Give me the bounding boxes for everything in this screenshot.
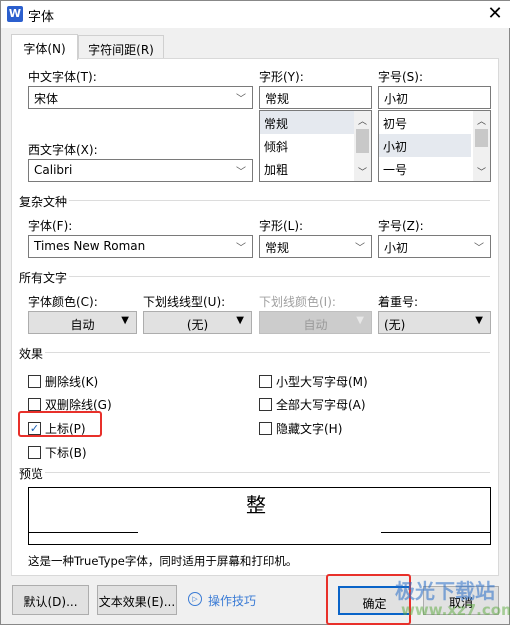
- scroll-thumb[interactable]: [475, 129, 488, 147]
- preview-description: 这是一种TrueType字体，同时适用于屏幕和打印机。: [28, 554, 298, 568]
- effect-label: 小型大写字母(M): [276, 375, 368, 389]
- western-font-label: 西文字体(X):: [28, 143, 98, 157]
- complex-style-value: 常规: [265, 241, 290, 255]
- effect-checkbox-row[interactable]: 小型大写字母(M): [259, 373, 368, 390]
- complex-size-label: 字号(Z):: [378, 219, 424, 233]
- underline-color-dropdown: 自动 ▼: [259, 311, 372, 334]
- tips-link[interactable]: 操作技巧: [208, 592, 256, 609]
- tab-character-spacing[interactable]: 字符间距(R): [78, 35, 164, 59]
- divider: [69, 200, 490, 201]
- wps-app-icon: W: [7, 6, 23, 22]
- style-label: 字形(Y):: [259, 70, 304, 84]
- effects-group-label: 效果: [19, 347, 44, 361]
- font-color-label: 字体颜色(C):: [28, 295, 98, 309]
- size-list[interactable]: 初号 小初 一号 ︿ ﹀: [378, 110, 491, 182]
- effect-label: 隐藏文字(H): [276, 422, 343, 436]
- caret-down-icon: ▼: [236, 315, 244, 326]
- chevron-down-icon: ﹀: [236, 243, 246, 254]
- scrollbar[interactable]: ︿ ﹀: [473, 111, 490, 181]
- checkbox[interactable]: [259, 398, 272, 411]
- style-list[interactable]: 常规 倾斜 加粗 ︿ ﹀: [259, 110, 372, 182]
- western-font-select[interactable]: Calibri ﹀: [28, 159, 253, 182]
- emphasis-value: (无): [384, 318, 406, 332]
- watermark-url: www.xz7.com: [401, 601, 510, 619]
- dialog-title: 字体: [28, 10, 55, 25]
- complex-style-label: 字形(L):: [259, 219, 304, 233]
- chevron-down-icon: ﹀: [474, 243, 484, 254]
- underline-style-dropdown[interactable]: (无) ▼: [143, 311, 252, 334]
- complex-script-group-label: 复杂文种: [19, 195, 68, 209]
- checkbox-checked[interactable]: ✓: [28, 422, 41, 435]
- effect-checkbox-row[interactable]: 全部大写字母(A): [259, 396, 366, 413]
- scrollbar[interactable]: ︿ ﹀: [354, 111, 371, 181]
- chinese-font-select[interactable]: 宋体 ﹀: [28, 86, 253, 109]
- close-icon[interactable]: ✕: [485, 3, 505, 24]
- preview-sample: 整: [246, 493, 266, 517]
- all-text-group-label: 所有文字: [19, 271, 68, 285]
- caret-down-icon: ▼: [475, 315, 483, 326]
- title-bar: W 字体 ✕: [1, 1, 510, 28]
- tab-font[interactable]: 字体(N): [11, 34, 78, 60]
- chinese-font-label: 中文字体(T):: [28, 70, 97, 84]
- baseline-right: [381, 532, 491, 533]
- emphasis-dropdown[interactable]: (无) ▼: [378, 311, 491, 334]
- size-label: 字号(S):: [378, 70, 424, 84]
- chevron-down-icon: ﹀: [236, 94, 246, 105]
- checkbox[interactable]: [28, 375, 41, 388]
- underline-color-value: 自动: [303, 318, 328, 332]
- checkbox[interactable]: [28, 398, 41, 411]
- chevron-down-icon: ﹀: [355, 243, 365, 254]
- default-button[interactable]: 默认(D)...: [12, 585, 89, 615]
- effect-checkbox-row[interactable]: 下标(B): [28, 444, 87, 461]
- font-dialog: W 字体 ✕ 字符间距(R) 字体(N) 中文字体(T): 宋体 ﹀ 字形(Y):…: [0, 0, 510, 625]
- complex-size-value: 小初: [384, 241, 409, 255]
- text-effects-button[interactable]: 文本效果(E)...: [97, 585, 177, 615]
- watermark-text: 极光下载站: [395, 579, 495, 603]
- emphasis-label: 着重号:: [378, 295, 419, 309]
- complex-style-select[interactable]: 常规 ﹀: [259, 235, 372, 258]
- divider: [45, 352, 490, 353]
- effect-checkbox-row[interactable]: 隐藏文字(H): [259, 420, 342, 437]
- font-color-dropdown[interactable]: 自动 ▼: [28, 311, 137, 334]
- complex-font-label: 字体(F):: [28, 219, 73, 233]
- chinese-font-value: 宋体: [34, 92, 59, 106]
- effect-checkbox-row[interactable]: 双删除线(G): [28, 396, 112, 413]
- scroll-down-icon[interactable]: ﹀: [473, 165, 490, 178]
- complex-size-select[interactable]: 小初 ﹀: [378, 235, 491, 258]
- font-color-value: 自动: [70, 318, 95, 332]
- effect-label: 全部大写字母(A): [276, 398, 366, 412]
- play-circle-icon[interactable]: ▷: [188, 592, 202, 606]
- underline-color-label: 下划线颜色(I):: [259, 295, 336, 309]
- divider: [69, 276, 490, 277]
- effect-checkbox-row[interactable]: ✓ 上标(P): [28, 420, 86, 437]
- divider: [45, 472, 490, 473]
- preview-box: 整: [28, 487, 491, 545]
- checkbox[interactable]: [259, 422, 272, 435]
- effect-label: 删除线(K): [45, 375, 99, 389]
- effect-checkbox-row[interactable]: 删除线(K): [28, 373, 98, 390]
- style-input[interactable]: 常规: [259, 86, 372, 109]
- size-input[interactable]: 小初: [378, 86, 491, 109]
- complex-font-value: Times New Roman: [34, 239, 146, 253]
- scroll-thumb[interactable]: [356, 129, 369, 153]
- scroll-up-icon[interactable]: ︿: [473, 114, 490, 127]
- checkbox[interactable]: [259, 375, 272, 388]
- checkbox[interactable]: [28, 446, 41, 459]
- list-item[interactable]: 常规: [260, 111, 354, 134]
- complex-font-select[interactable]: Times New Roman ﹀: [28, 235, 253, 258]
- chevron-down-icon: ﹀: [236, 167, 246, 178]
- scroll-up-icon[interactable]: ︿: [354, 114, 371, 127]
- list-item[interactable]: 小初: [379, 134, 471, 157]
- underline-style-label: 下划线线型(U):: [143, 295, 226, 309]
- baseline-left: [29, 532, 138, 533]
- effect-label: 上标(P): [45, 422, 86, 436]
- effect-label: 下标(B): [45, 446, 87, 460]
- underline-style-value: (无): [186, 318, 209, 332]
- caret-down-icon: ▼: [121, 315, 129, 326]
- caret-down-icon: ▼: [356, 315, 364, 326]
- preview-group-label: 预览: [19, 467, 44, 481]
- western-font-value: Calibri: [34, 163, 73, 177]
- effect-label: 双删除线(G): [45, 398, 112, 412]
- scroll-down-icon[interactable]: ﹀: [354, 165, 371, 178]
